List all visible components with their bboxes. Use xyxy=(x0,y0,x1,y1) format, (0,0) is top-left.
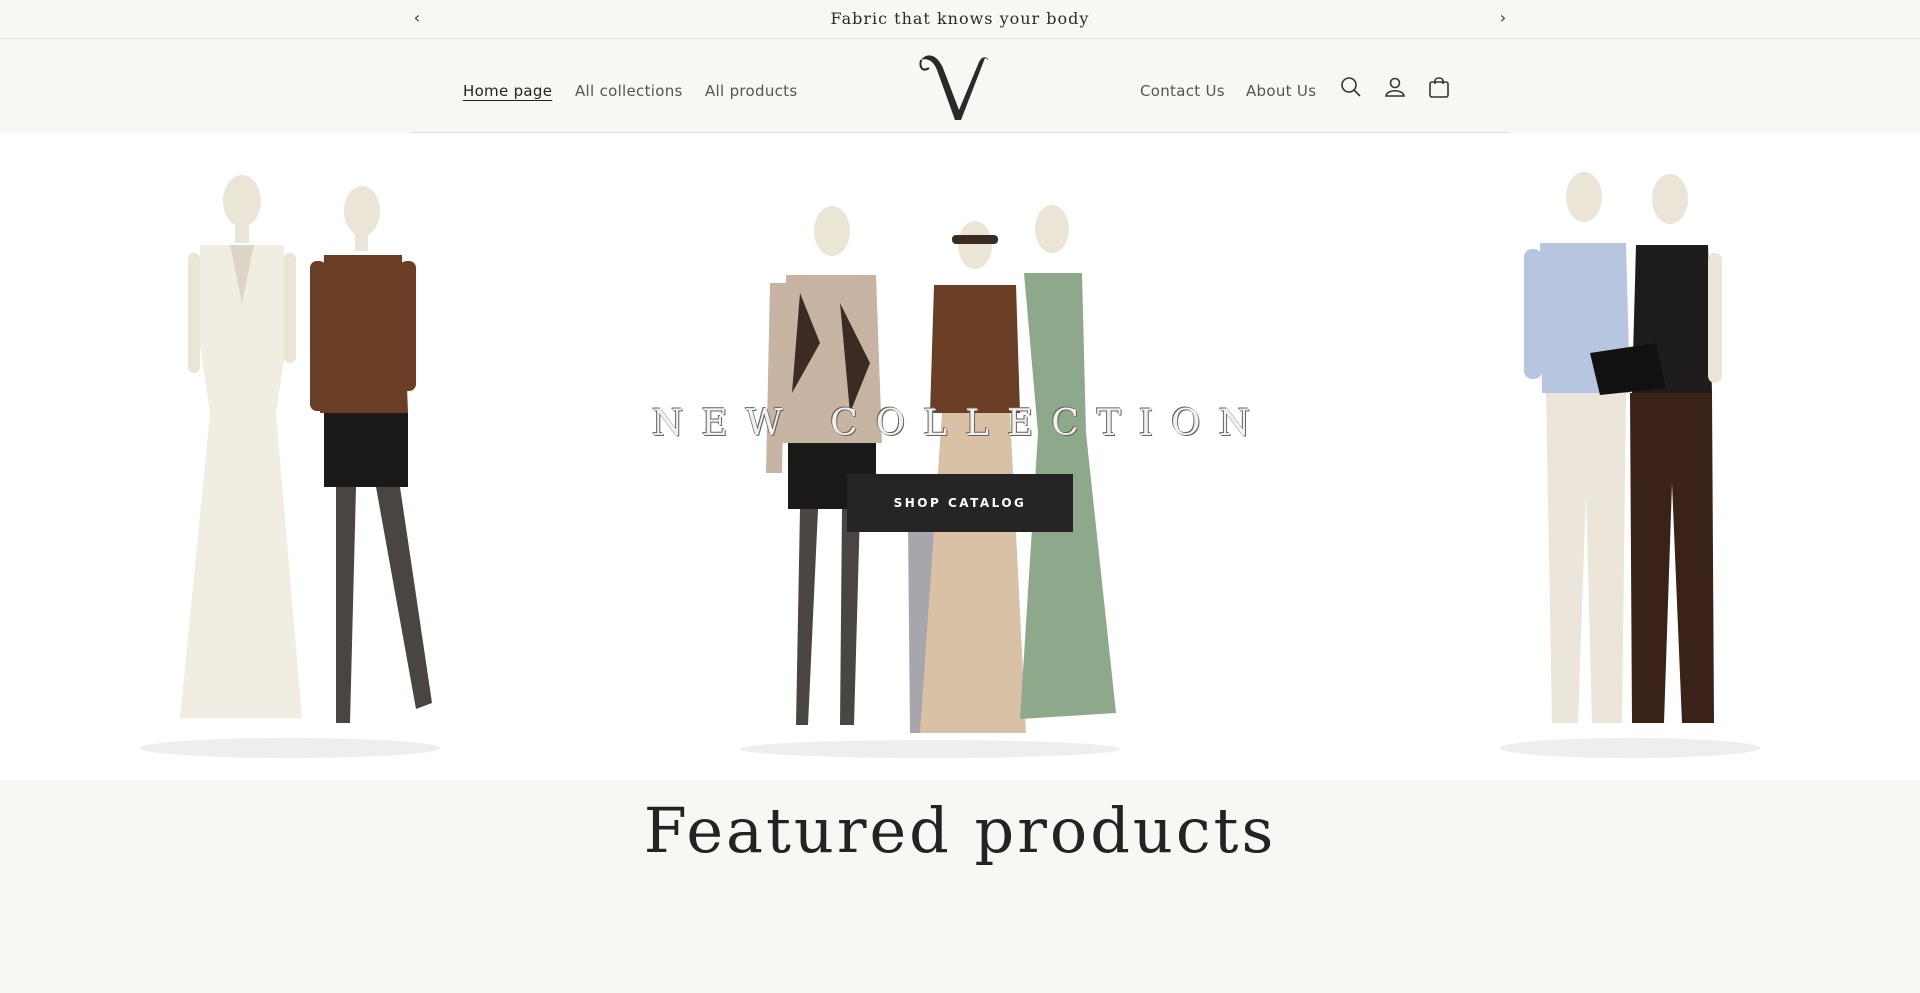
mannequin-group-left xyxy=(140,175,440,758)
featured-heading: Featured products xyxy=(643,794,1277,867)
site-header: Home page All collections All products C… xyxy=(0,40,1920,133)
nav-about-us[interactable]: About Us xyxy=(1246,82,1316,100)
nav-all-collections[interactable]: All collections xyxy=(575,82,683,100)
shop-catalog-button[interactable]: SHOP CATALOG xyxy=(847,474,1073,532)
mannequin-group-right xyxy=(1500,172,1760,758)
nav-home-page[interactable]: Home page xyxy=(463,82,552,100)
announcement-bar: ‹ Fabric that knows your body › xyxy=(0,0,1920,39)
cart-icon[interactable] xyxy=(1426,74,1452,100)
nav-contact-us[interactable]: Contact Us xyxy=(1140,82,1225,100)
chevron-right-icon[interactable]: › xyxy=(1493,8,1513,27)
account-icon[interactable] xyxy=(1382,74,1408,100)
featured-section: Featured products xyxy=(0,780,1920,993)
nav-all-products[interactable]: All products xyxy=(705,82,797,100)
hero-banner: NEW COLLECTION SHOP CATALOG xyxy=(0,133,1920,780)
search-icon[interactable] xyxy=(1338,74,1364,100)
logo[interactable] xyxy=(915,44,995,124)
announcement-text: Fabric that knows your body xyxy=(830,9,1090,28)
hero-title: NEW COLLECTION xyxy=(651,403,1269,444)
